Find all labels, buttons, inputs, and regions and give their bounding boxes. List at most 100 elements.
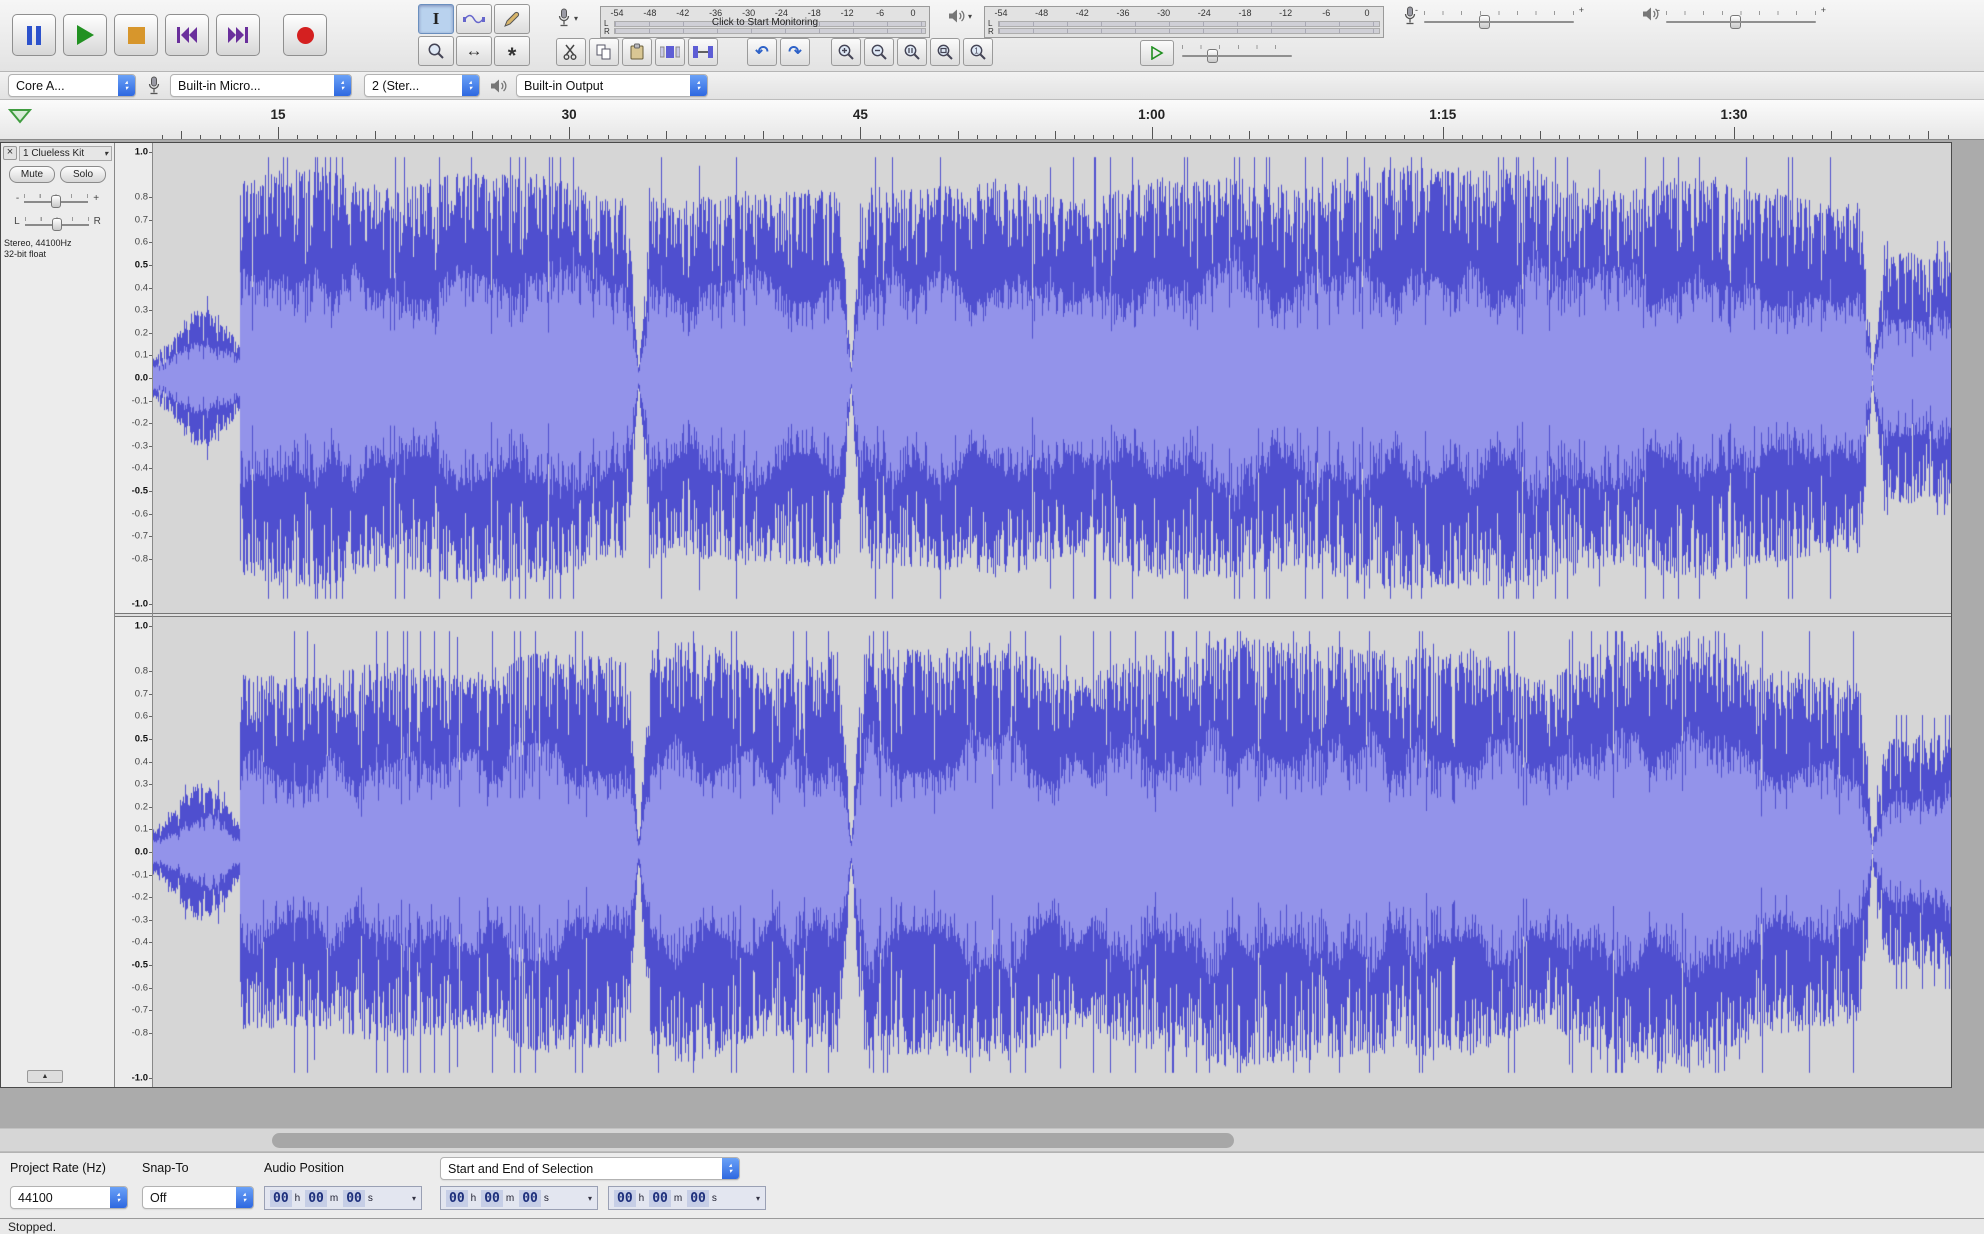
timeline-label: 30: [562, 107, 577, 122]
transport-toolbar: [12, 14, 327, 56]
collapse-track-button[interactable]: ▲: [27, 1070, 63, 1083]
track-name: 1 Clueless Kit: [23, 148, 84, 159]
multi-tool[interactable]: *: [494, 36, 530, 66]
selection-toolbar: Project Rate (Hz) Snap-To Audio Position…: [0, 1152, 1984, 1218]
undo-button[interactable]: ↶: [747, 38, 777, 66]
meter-bar: [998, 21, 1380, 27]
recording-meter-dropdown[interactable]: ▾: [556, 8, 578, 28]
top-toolbar: I↔* ▾ -54-48-42-36-30-24-18-12-60LRClick…: [0, 0, 1984, 72]
zoom-selection-button[interactable]: [897, 38, 927, 66]
timeline-label: 45: [853, 107, 868, 122]
gain-slider[interactable]: - +: [1, 191, 114, 206]
selection-tool[interactable]: I: [418, 4, 454, 34]
pause-icon: [27, 26, 41, 45]
waveform-left-channel[interactable]: [153, 143, 1951, 613]
play-speed-icon: [1150, 46, 1164, 60]
recording-meter[interactable]: -54-48-42-36-30-24-18-12-60LRClick to St…: [600, 6, 930, 38]
input-volume-thumb[interactable]: [1479, 15, 1490, 29]
paste-button[interactable]: [622, 38, 652, 66]
speaker-icon: [490, 78, 508, 94]
skip-to-end-button[interactable]: [216, 14, 260, 56]
mute-button[interactable]: Mute: [9, 166, 55, 183]
selection-start-field[interactable]: 00h00m00s▾: [440, 1186, 598, 1210]
output-device-dropdown[interactable]: Built-in Output ▴▾: [516, 74, 708, 97]
audio-host-dropdown[interactable]: Core A... ▴▾: [8, 74, 136, 97]
edit-toolbar: ↶ ↷ 1: [556, 38, 993, 66]
timeshift-tool[interactable]: ↔: [456, 36, 492, 66]
pan-right-label: R: [94, 216, 101, 227]
zoom-toggle-icon: 1: [969, 43, 987, 61]
silence-audio-button[interactable]: [688, 38, 718, 66]
device-toolbar: Core A... ▴▾ Built-in Micro... ▴▾ 2 (Ste…: [0, 72, 1984, 100]
selection-end-field[interactable]: 00h00m00s▾: [608, 1186, 766, 1210]
pan-thumb[interactable]: [52, 218, 62, 231]
zoom-out-button[interactable]: [864, 38, 894, 66]
skip-to-start-button[interactable]: [165, 14, 209, 56]
pan-slider[interactable]: L R: [1, 214, 114, 229]
skip-start-icon: [175, 26, 199, 44]
track-close-button[interactable]: ×: [3, 146, 17, 160]
project-rate-dropdown[interactable]: 44100 ▴▾: [10, 1186, 128, 1209]
timeline-label: 15: [270, 107, 285, 122]
horizontal-scrollbar[interactable]: [0, 1128, 1984, 1152]
record-button[interactable]: [283, 14, 327, 56]
input-volume-slider[interactable]: -+: [1402, 6, 1574, 36]
snap-to-dropdown[interactable]: Off ▴▾: [142, 1186, 254, 1209]
chevron-down-icon: ▾: [756, 1194, 760, 1203]
copy-button[interactable]: [589, 38, 619, 66]
play-icon: [77, 25, 94, 45]
input-device-value: Built-in Micro...: [178, 79, 328, 93]
output-volume-thumb[interactable]: [1730, 15, 1741, 29]
zoom-in-button[interactable]: [831, 38, 861, 66]
zoom-out-icon: [870, 43, 888, 61]
cut-icon: [562, 43, 580, 61]
speaker-icon: [490, 78, 508, 94]
redo-icon: ↷: [788, 42, 801, 62]
playback-meter-dropdown[interactable]: ▾: [948, 8, 972, 24]
multi-icon: *: [508, 47, 517, 55]
envelope-icon: [463, 11, 485, 27]
horizontal-scrollbar-thumb[interactable]: [272, 1133, 1234, 1148]
timeline-label: 1:00: [1138, 107, 1165, 122]
play-speed-thumb[interactable]: [1207, 49, 1218, 63]
zoom-fit-button[interactable]: [930, 38, 960, 66]
play-speed-slider[interactable]: [1182, 42, 1292, 66]
svg-text:1: 1: [974, 47, 979, 56]
timeline-ruler[interactable]: 1530451:001:151:30: [0, 100, 1984, 140]
snap-to-value: Off: [150, 1191, 230, 1205]
chevron-down-icon: ▾: [412, 1194, 416, 1203]
draw-tool[interactable]: [494, 4, 530, 34]
zoom-tool[interactable]: [418, 36, 454, 66]
mic-icon: [556, 8, 572, 28]
selection-mode-value: Start and End of Selection: [448, 1162, 716, 1176]
undo-icon: ↶: [755, 42, 768, 62]
pause-button[interactable]: [12, 14, 56, 56]
trim-audio-button[interactable]: [655, 38, 685, 66]
input-device-dropdown[interactable]: Built-in Micro... ▴▾: [170, 74, 352, 97]
monitoring-overlay-text[interactable]: Click to Start Monitoring: [601, 17, 929, 28]
audio-position-field[interactable]: 00h00m00s▾: [264, 1186, 422, 1210]
meter-scale: -54-48-42-36-30-24-18-12-60: [985, 7, 1383, 20]
output-volume-slider[interactable]: -+: [1642, 6, 1816, 36]
play-button[interactable]: [63, 14, 107, 56]
audio-position-label: Audio Position: [264, 1161, 344, 1175]
zoom-toggle-button[interactable]: 1: [963, 38, 993, 66]
envelope-tool[interactable]: [456, 4, 492, 34]
gain-thumb[interactable]: [51, 195, 61, 208]
stop-button[interactable]: [114, 14, 158, 56]
dropdown-arrows-icon: ▴▾: [236, 1187, 253, 1208]
minus-label: -: [1415, 5, 1418, 15]
selection-mode-dropdown[interactable]: Start and End of Selection ▴▾: [440, 1157, 740, 1180]
track-name-dropdown[interactable]: 1 Clueless Kit ▾: [19, 146, 112, 161]
playback-meter[interactable]: -54-48-42-36-30-24-18-12-60LR: [984, 6, 1384, 38]
plus-label: +: [1579, 5, 1584, 15]
solo-button[interactable]: Solo: [60, 166, 106, 183]
vertical-scale-ruler: 1.00.80.70.60.50.40.30.20.10.0-0.1-0.2-0…: [115, 143, 153, 1087]
input-channels-dropdown[interactable]: 2 (Ster... ▴▾: [364, 74, 480, 97]
stop-icon: [128, 27, 145, 44]
redo-button[interactable]: ↷: [780, 38, 810, 66]
cut-button[interactable]: [556, 38, 586, 66]
dropdown-arrows-icon: ▴▾: [722, 1158, 739, 1179]
play-at-speed-button[interactable]: [1140, 40, 1174, 66]
waveform-right-channel[interactable]: [153, 617, 1951, 1087]
